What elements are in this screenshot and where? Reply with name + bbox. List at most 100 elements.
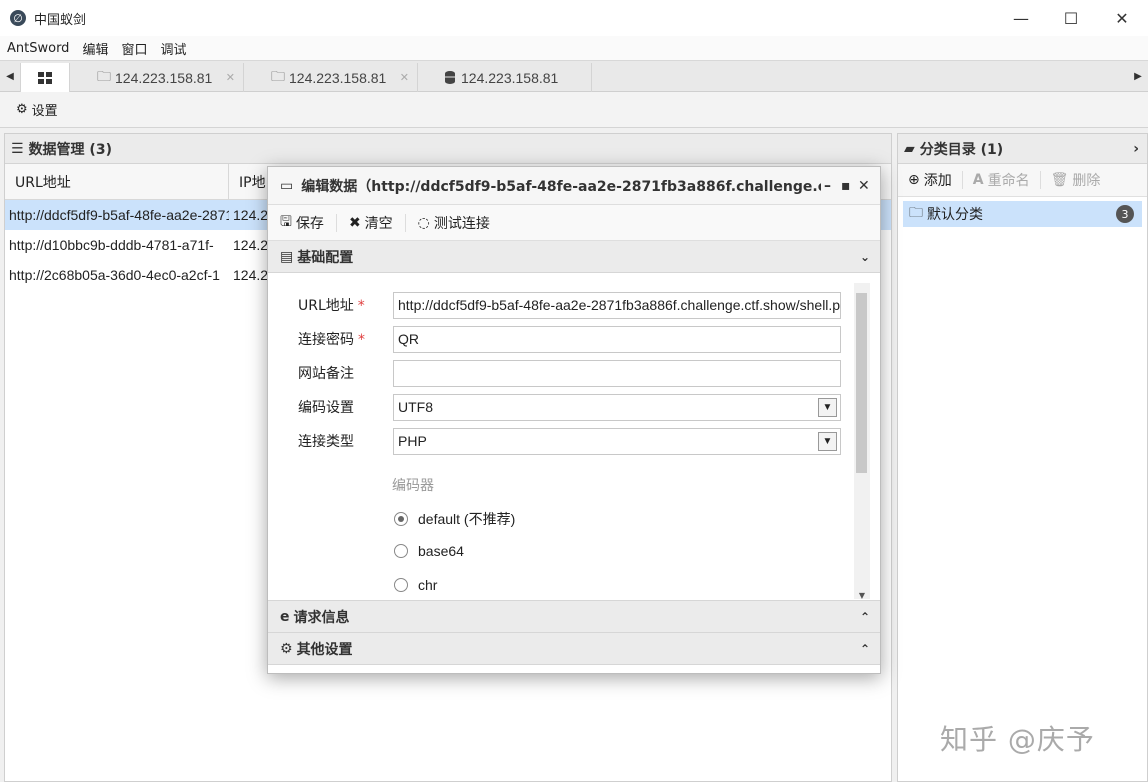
encoding-label: 编码设置 bbox=[298, 400, 354, 416]
menu-antsword[interactable]: AntSword bbox=[7, 41, 69, 56]
category-count-badge: 3 bbox=[1116, 205, 1134, 223]
scroll-down-icon[interactable]: ▼ bbox=[854, 591, 870, 601]
grid-icon bbox=[38, 71, 52, 84]
menu-window[interactable]: 窗口 bbox=[121, 39, 147, 58]
category-label: 默认分类 bbox=[927, 207, 983, 223]
gear-icon: ⚙ bbox=[16, 102, 28, 117]
note-input[interactable] bbox=[393, 359, 841, 387]
section-request-info[interactable]: e 请求信息 ⌃ bbox=[268, 601, 880, 633]
dialog-close-button[interactable]: ✕ bbox=[858, 167, 870, 205]
save-button[interactable]: 🖫 保存 bbox=[268, 211, 336, 235]
collapse-panel-icon[interactable]: › bbox=[1133, 141, 1139, 157]
section-title: 其他设置 bbox=[296, 641, 353, 658]
tab-shell-1[interactable]: 🗀 124.223.158.81 ✕ bbox=[71, 63, 244, 92]
window-icon: ▭ bbox=[280, 177, 294, 194]
radio-icon bbox=[394, 578, 408, 592]
watermark: 知乎 @庆予 bbox=[940, 723, 1095, 756]
menu-bar: AntSword 编辑 窗口 调试 bbox=[0, 36, 1148, 60]
save-label: 保存 bbox=[295, 215, 324, 232]
dialog-title: 编辑数据（http://ddcf5df9-b5af-48fe-aa2e-2871… bbox=[301, 178, 822, 195]
tab-close-icon[interactable]: ✕ bbox=[226, 71, 235, 84]
folder-icon: 🗀 bbox=[97, 67, 111, 84]
tab-bar: ◀ 🗀 124.223.158.81 ✕ 🗀 124.223.158.81 ✕ … bbox=[0, 60, 1148, 92]
ie-icon: e bbox=[280, 608, 290, 625]
dialog-toolbar: 🖫 保存 ✖ 清空 ◌ 测试连接 bbox=[268, 205, 880, 241]
save-icon: 🖫 bbox=[280, 213, 292, 230]
radio-selected-icon bbox=[394, 512, 408, 526]
main-toolbar: ⚙ 设置 bbox=[0, 92, 1148, 128]
file-icon: ▤ bbox=[280, 248, 294, 265]
encoder-radio-base64[interactable]: base64 bbox=[394, 543, 464, 559]
column-url[interactable]: URL地址 bbox=[5, 164, 229, 200]
menu-edit[interactable]: 编辑 bbox=[82, 39, 108, 58]
tab-label: 124.223.158.81 bbox=[289, 69, 387, 86]
title-bar: ∅ 中国蚁剑 — ☐ ✕ bbox=[0, 0, 1148, 36]
encoding-select[interactable]: UTF8 ▼ bbox=[393, 393, 841, 421]
test-label: 测试连接 bbox=[433, 215, 490, 232]
type-select[interactable]: PHP ▼ bbox=[393, 427, 841, 455]
row-ip: 124.2 bbox=[233, 267, 269, 283]
plus-circle-icon: ⊕ bbox=[908, 172, 920, 188]
add-category-button[interactable]: ⊕ 添加 bbox=[898, 170, 962, 190]
folder-icon: 🗀 bbox=[271, 67, 285, 84]
radio-icon bbox=[394, 544, 408, 558]
url-row: URL地址 * http://ddcf5df9-b5af-48fe-aa2e-28… bbox=[268, 291, 843, 319]
maximize-button[interactable]: ☐ bbox=[1047, 0, 1095, 36]
note-row: 网站备注 bbox=[268, 359, 843, 387]
spinner-icon: ◌ bbox=[417, 214, 430, 231]
add-label: 添加 bbox=[923, 173, 952, 189]
cogs-icon: ⚙ bbox=[280, 640, 293, 657]
tab-database[interactable]: 124.223.158.81 bbox=[419, 63, 592, 92]
row-ip: 124.2 bbox=[233, 237, 269, 253]
encoder-radio-default[interactable]: default (不推荐) bbox=[394, 509, 515, 529]
password-row: 连接密码 * QR bbox=[268, 325, 843, 353]
section-title: 基础配置 bbox=[297, 249, 354, 266]
category-item-default[interactable]: 🗀 默认分类 3 bbox=[903, 201, 1142, 227]
chevron-down-icon[interactable]: ▼ bbox=[818, 397, 837, 417]
rename-label: 重命名 bbox=[987, 173, 1030, 189]
menu-debug[interactable]: 调试 bbox=[160, 39, 186, 58]
form-scrollbar[interactable]: ▼ bbox=[854, 283, 870, 601]
window-title: 中国蚁剑 bbox=[34, 12, 87, 28]
tab-home[interactable] bbox=[20, 63, 70, 92]
clear-button[interactable]: ✖ 清空 bbox=[337, 213, 405, 233]
clear-label: 清空 bbox=[364, 215, 393, 232]
section-title: 请求信息 bbox=[293, 609, 350, 626]
test-connection-button[interactable]: ◌ 测试连接 bbox=[406, 213, 502, 233]
row-url: http://d10bbc9b-dddb-4781-a71f- bbox=[9, 237, 214, 253]
tab-scroll-right-icon[interactable]: ▶ bbox=[1128, 61, 1148, 92]
folder-icon: 🗀 bbox=[909, 205, 923, 221]
dialog-title-bar[interactable]: ▭ 编辑数据（http://ddcf5df9-b5af-48fe-aa2e-28… bbox=[268, 167, 880, 205]
rename-category-button[interactable]: A 重命名 bbox=[963, 170, 1040, 190]
encoder-radio-chr[interactable]: chr bbox=[394, 577, 437, 593]
minimize-button[interactable]: — bbox=[997, 0, 1045, 36]
data-panel-header: ☰ 数据管理 (3) bbox=[5, 134, 891, 164]
x-icon: ✖ bbox=[348, 214, 361, 231]
category-toolbar: ⊕ 添加 A 重命名 🗑 删除 bbox=[898, 164, 1147, 197]
section-other-settings[interactable]: ⚙ 其他设置 ⌃ bbox=[268, 633, 880, 665]
scrollbar-thumb[interactable] bbox=[856, 293, 867, 473]
password-input[interactable]: QR bbox=[393, 325, 841, 353]
basic-config-form: URL地址 * http://ddcf5df9-b5af-48fe-aa2e-28… bbox=[268, 273, 880, 601]
delete-category-button[interactable]: 🗑 删除 bbox=[1041, 170, 1111, 190]
category-panel-title: 分类目录 (1) bbox=[919, 141, 1004, 158]
close-button[interactable]: ✕ bbox=[1098, 0, 1146, 36]
tab-shell-2[interactable]: 🗀 124.223.158.81 ✕ bbox=[245, 63, 418, 92]
password-label: 连接密码 * bbox=[298, 332, 365, 348]
radio-label: default (不推荐) bbox=[418, 511, 516, 527]
database-icon bbox=[445, 71, 455, 84]
tab-scroll-left-icon[interactable]: ◀ bbox=[0, 61, 20, 92]
row-url: http://2c68b05a-36d0-4ec0-a2cf-1 bbox=[9, 267, 220, 283]
encoding-value: UTF8 bbox=[398, 399, 433, 415]
dialog-minimize-button[interactable]: – bbox=[824, 167, 831, 205]
dialog-maximize-button[interactable]: ▪ bbox=[841, 167, 851, 205]
radio-label: base64 bbox=[418, 543, 464, 559]
settings-label: 设置 bbox=[31, 104, 58, 119]
url-input[interactable]: http://ddcf5df9-b5af-48fe-aa2e-2871fb3a8… bbox=[393, 291, 841, 319]
data-panel-title: 数据管理 (3) bbox=[28, 141, 112, 158]
tab-close-icon[interactable]: ✕ bbox=[400, 71, 409, 84]
section-basic-config[interactable]: ▤ 基础配置 ⌄ bbox=[268, 241, 880, 273]
settings-button[interactable]: ⚙ 设置 bbox=[16, 100, 58, 119]
type-row: 连接类型 PHP ▼ bbox=[268, 427, 843, 455]
chevron-down-icon[interactable]: ▼ bbox=[818, 431, 837, 451]
